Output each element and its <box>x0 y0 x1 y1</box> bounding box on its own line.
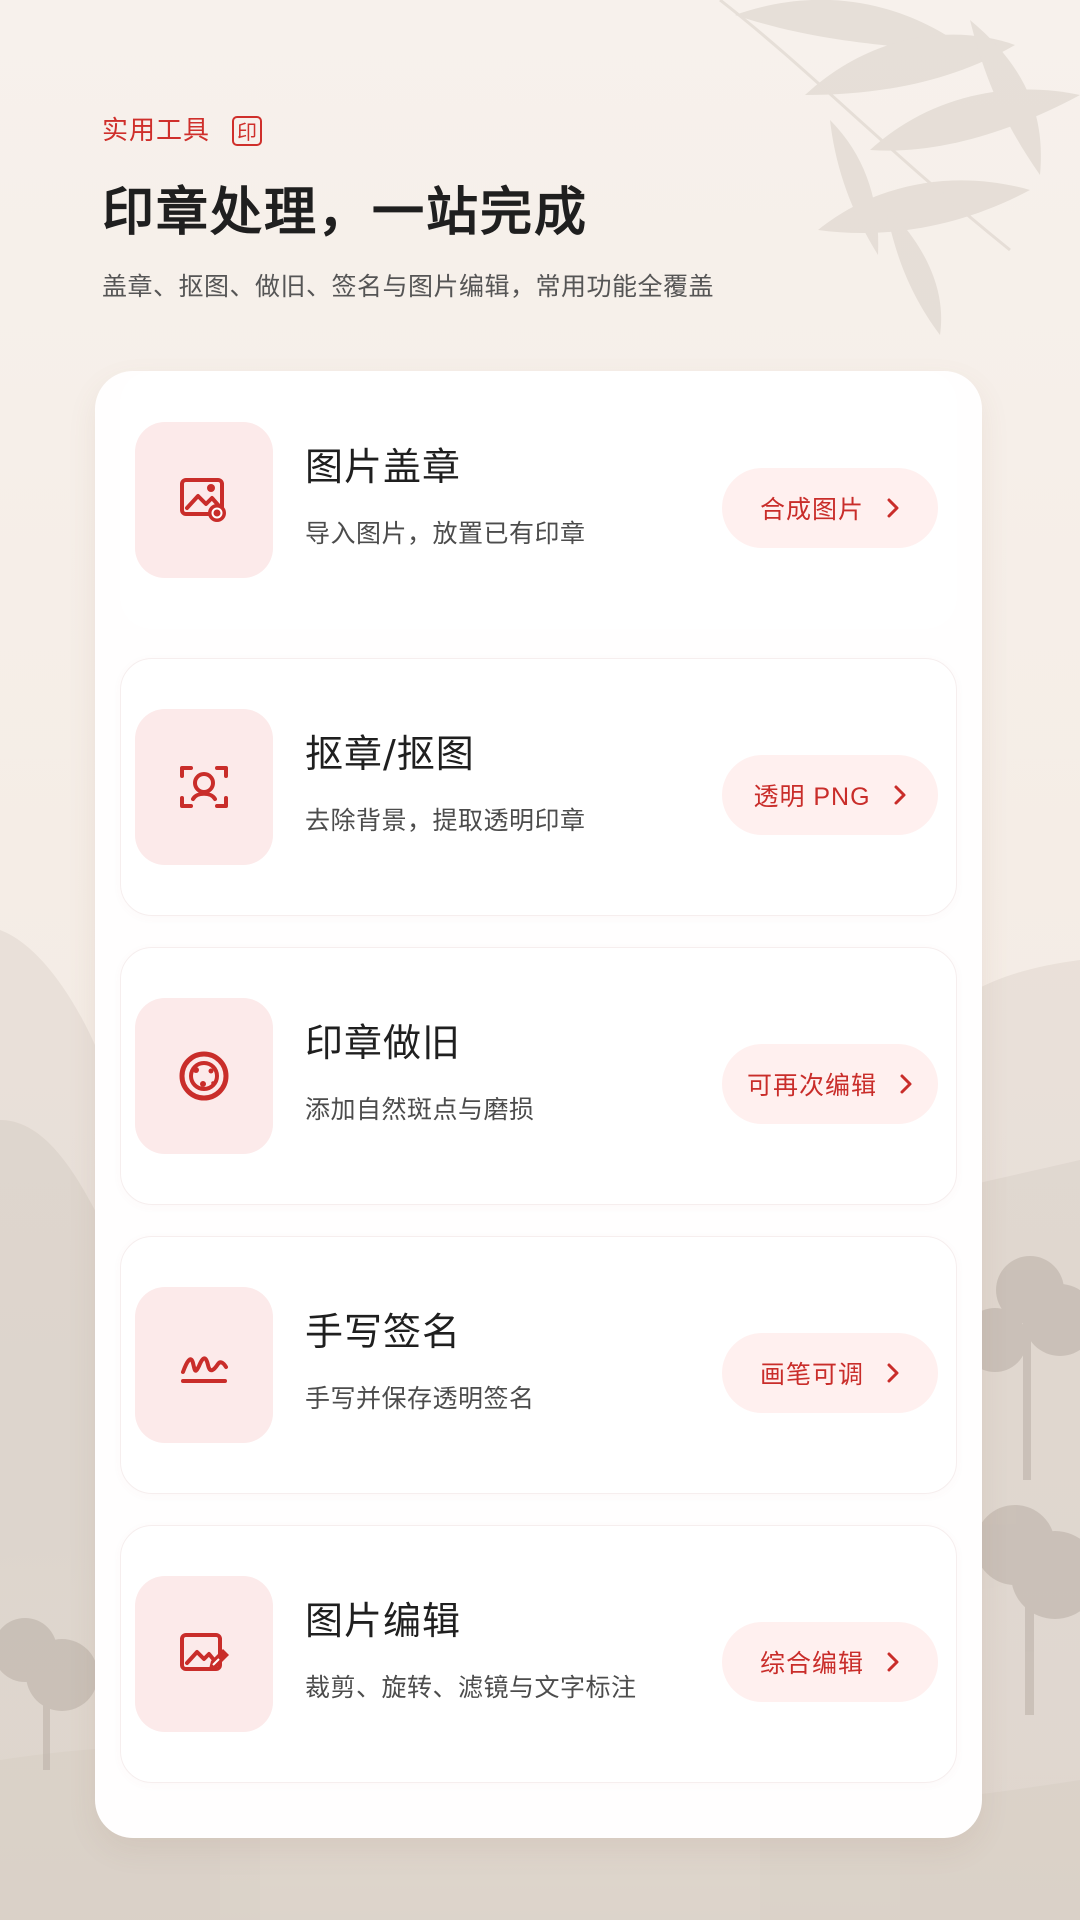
page-subtitle: 盖章、抠图、做旧、签名与图片编辑，常用功能全覆盖 <box>102 272 715 301</box>
transparent-png-button[interactable]: 透明 PNG <box>722 755 938 835</box>
tool-title: 抠章/抠图 <box>305 732 475 776</box>
image-stamp-icon <box>180 478 226 522</box>
tool-card-aged-seal[interactable]: 印章做旧 添加自然斑点与磨损 可再次编辑 <box>120 947 957 1205</box>
aged-seal-icon <box>179 1051 229 1101</box>
tool-title: 图片盖章 <box>305 445 462 489</box>
tool-card-signature[interactable]: 手写签名 手写并保存透明签名 画笔可调 <box>120 1236 957 1494</box>
tool-card-cutout[interactable]: 抠章/抠图 去除背景，提取透明印章 透明 PNG <box>120 658 957 916</box>
comprehensive-edit-button[interactable]: 综合编辑 <box>722 1622 938 1702</box>
tool-description: 去除背景，提取透明印章 <box>305 806 586 835</box>
chevron-right-icon <box>887 498 899 518</box>
tool-description: 导入图片，放置已有印章 <box>305 519 586 548</box>
signature-icon <box>181 1356 228 1383</box>
tool-icon-tile <box>135 422 273 578</box>
tool-icon-tile <box>135 1287 273 1443</box>
button-label: 透明 PNG <box>753 783 871 811</box>
eyebrow-row: 实用工具 印 <box>102 112 942 150</box>
button-label: 合成图片 <box>759 496 864 524</box>
tool-description: 手写并保存透明签名 <box>305 1384 535 1413</box>
chevron-right-icon <box>900 1074 912 1094</box>
cutout-focus-icon <box>180 766 228 808</box>
tool-description: 裁剪、旋转、滤镜与文字标注 <box>305 1673 637 1702</box>
tool-title: 印章做旧 <box>305 1021 462 1065</box>
page-title: 印章处理，一站完成 <box>102 183 589 243</box>
tool-card-image-stamp[interactable]: 图片盖章 导入图片，放置已有印章 合成图片 <box>120 371 957 629</box>
tool-icon-tile <box>135 1576 273 1732</box>
seal-badge-icon: 印 <box>232 116 263 146</box>
chevron-right-icon <box>894 785 906 805</box>
image-edit-icon <box>180 1633 229 1671</box>
page-header: 实用工具 印 印章处理，一站完成 盖章、抠图、做旧、签名与图片编辑，常用功能全覆… <box>102 112 942 304</box>
chevron-right-icon <box>887 1363 899 1383</box>
adjustable-brush-button[interactable]: 画笔可调 <box>722 1333 938 1413</box>
tool-card-image-edit[interactable]: 图片编辑 裁剪、旋转、滤镜与文字标注 综合编辑 <box>120 1525 957 1783</box>
tool-title: 手写签名 <box>305 1310 462 1354</box>
chevron-right-icon <box>887 1652 899 1672</box>
button-label: 画笔可调 <box>759 1361 864 1389</box>
button-label: 可再次编辑 <box>746 1072 877 1100</box>
tool-icon-tile <box>135 709 273 865</box>
tool-description: 添加自然斑点与磨损 <box>305 1095 535 1124</box>
compose-image-button[interactable]: 合成图片 <box>722 468 938 548</box>
button-label: 综合编辑 <box>759 1650 864 1678</box>
tool-list-panel: 图片盖章 导入图片，放置已有印章 合成图片 抠章/抠图 去除背景，提取透明印章 … <box>95 371 982 1838</box>
eyebrow-label: 实用工具 <box>102 116 211 146</box>
tool-title: 图片编辑 <box>305 1599 462 1643</box>
tool-icon-tile <box>135 998 273 1154</box>
editable-again-button[interactable]: 可再次编辑 <box>722 1044 938 1124</box>
